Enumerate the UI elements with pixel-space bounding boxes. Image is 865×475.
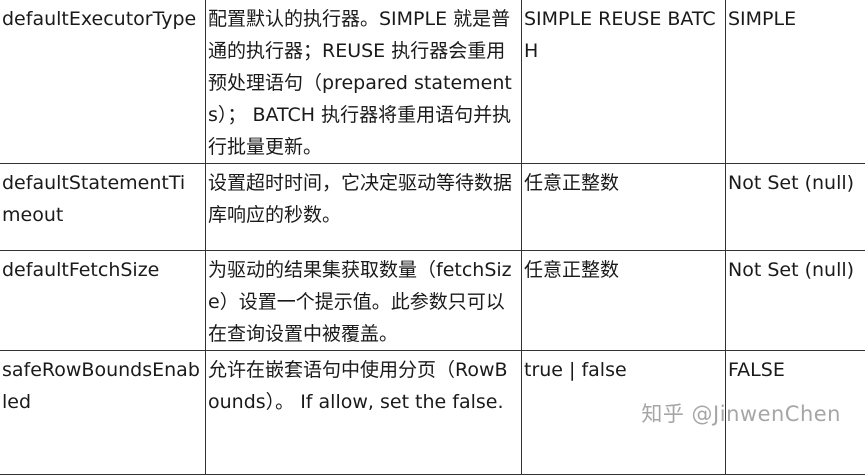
setting-values-cell: 任意正整数 [522, 251, 726, 351]
setting-default-cell: Not Set (null) [726, 251, 865, 351]
watermark-text: 知乎 @JinwenChen [641, 398, 841, 428]
table-row: defaultStatementTimeout 设置超时时间，它决定驱动等待数据… [0, 164, 865, 251]
setting-description-cell: 配置默认的执行器。SIMPLE 就是普通的执行器；REUSE 执行器会重用预处理… [206, 0, 522, 164]
setting-name-cell: defaultStatementTimeout [0, 164, 206, 251]
setting-default-cell: SIMPLE [726, 0, 865, 164]
setting-name-cell: defaultExecutorType [0, 0, 206, 164]
table-row: defaultExecutorType 配置默认的执行器。SIMPLE 就是普通… [0, 0, 865, 164]
table-row: defaultFetchSize 为驱动的结果集获取数量（fetchSize）设… [0, 251, 865, 351]
setting-default-cell: Not Set (null) [726, 164, 865, 251]
setting-description-cell: 为驱动的结果集获取数量（fetchSize）设置一个提示值。此参数只可以在查询设… [206, 251, 522, 351]
setting-values-cell: 任意正整数 [522, 164, 726, 251]
setting-description-cell: 设置超时时间，它决定驱动等待数据库响应的秒数。 [206, 164, 522, 251]
setting-values-cell: SIMPLE REUSE BATCH [522, 0, 726, 164]
setting-name-cell: safeRowBoundsEnabled [0, 351, 206, 475]
setting-name-cell: defaultFetchSize [0, 251, 206, 351]
setting-description-cell: 允许在嵌套语句中使用分页（RowBounds）。 If allow, set t… [206, 351, 522, 475]
